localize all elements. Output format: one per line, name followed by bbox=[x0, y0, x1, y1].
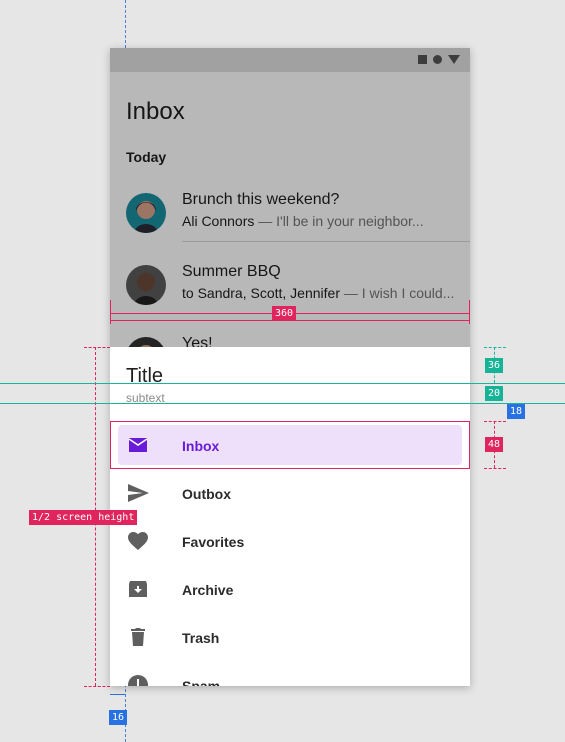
item-height-spec-top bbox=[484, 421, 506, 422]
trash-icon bbox=[131, 628, 145, 646]
subtitle-baseline-guide bbox=[0, 383, 565, 384]
padding-spec-label: 18 bbox=[507, 404, 526, 419]
width-spec-label: 360 bbox=[272, 306, 297, 321]
subtitle-spacing-label: 20 bbox=[485, 386, 504, 401]
drawer-item-spam[interactable]: Spam bbox=[118, 665, 462, 686]
header-spec-label: 36 bbox=[485, 358, 504, 373]
drawer-item-label: Outbox bbox=[182, 486, 231, 502]
half-height-spec-top bbox=[84, 347, 110, 348]
drawer-item-outbox[interactable]: Outbox bbox=[118, 473, 462, 513]
left-padding-spec-label: 16 bbox=[109, 710, 128, 725]
subtitle-bottom-guide bbox=[0, 403, 565, 404]
heart-icon bbox=[128, 532, 148, 550]
drawer-item-label: Spam bbox=[182, 678, 221, 686]
item-spec-box bbox=[110, 421, 470, 469]
drawer-title: Title bbox=[126, 365, 164, 387]
send-icon bbox=[128, 484, 149, 502]
alert-icon bbox=[128, 675, 148, 686]
item-height-spec-label: 48 bbox=[485, 437, 504, 452]
drawer-item-archive[interactable]: Archive bbox=[118, 569, 462, 609]
drawer-item-label: Favorites bbox=[182, 534, 245, 550]
item-height-spec-bottom bbox=[484, 468, 506, 469]
half-height-spec-bottom bbox=[84, 686, 110, 687]
drawer-item-trash[interactable]: Trash bbox=[118, 617, 462, 657]
phone-screen: Inbox Today Brunch this weekend? Ali Con… bbox=[110, 48, 470, 686]
archive-icon bbox=[129, 581, 147, 597]
drawer-item-favorites[interactable]: Favorites bbox=[118, 521, 462, 561]
drawer-item-label: Archive bbox=[182, 582, 234, 598]
half-height-spec-label: 1/2 screen height bbox=[29, 510, 138, 525]
bottom-navigation-drawer: Title subtext Inbox Outbox Favorites Arc… bbox=[110, 347, 470, 686]
header-spec-top bbox=[484, 347, 506, 348]
drawer-item-label: Trash bbox=[182, 630, 220, 646]
left-padding-spec-line bbox=[110, 694, 125, 695]
